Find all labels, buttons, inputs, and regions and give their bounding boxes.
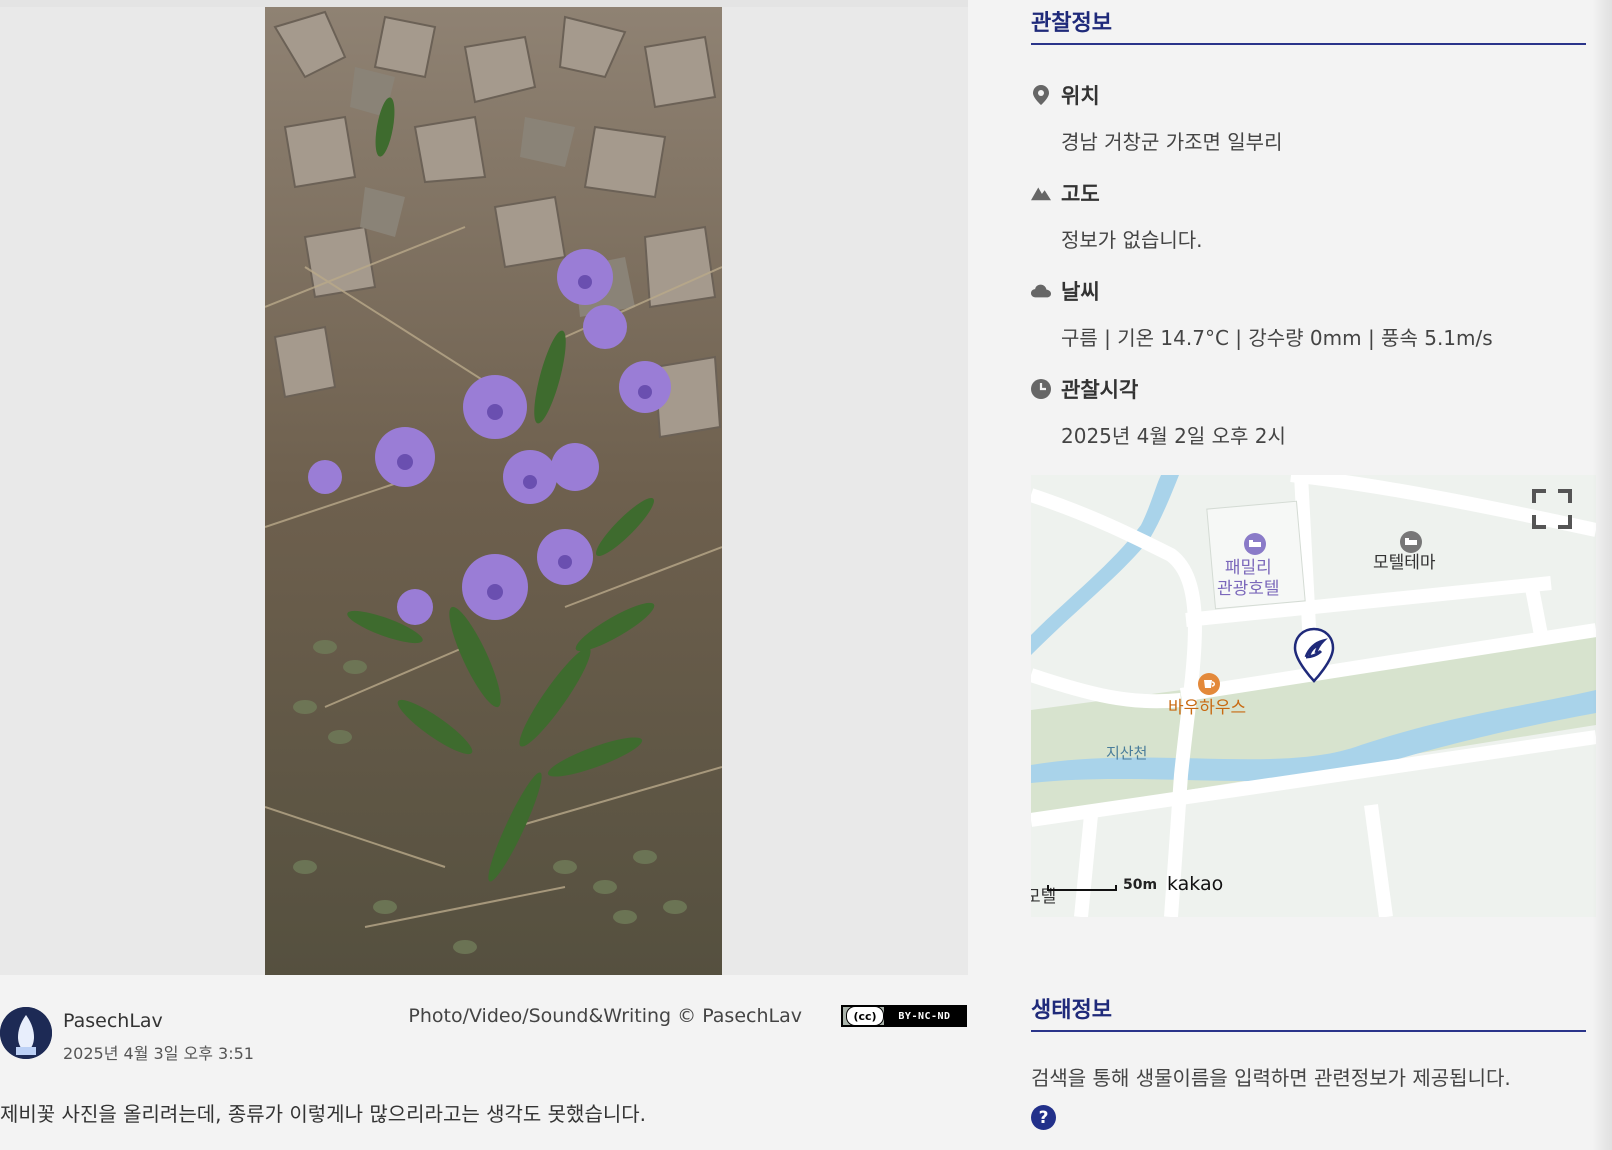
license-label: BY-NC-ND — [884, 1007, 965, 1025]
fullscreen-icon[interactable] — [1532, 489, 1572, 529]
observation-title: 관찰정보 — [1031, 11, 1112, 36]
observation-divider — [1031, 43, 1586, 45]
scroll-shadow — [1592, 0, 1612, 1150]
weather-item: 날씨 구름 | 기온 14.7°C | 강수량 0mm | 풍속 5.1m/s — [1031, 276, 1493, 351]
map-provider-logo[interactable]: kakao — [1167, 873, 1223, 895]
cafe-marker-icon[interactable] — [1198, 673, 1220, 695]
ecology-divider — [1031, 1030, 1586, 1032]
hotel-marker-icon[interactable] — [1244, 533, 1266, 555]
map-pin-icon — [1031, 85, 1051, 105]
ecology-info-text: 검색을 통해 생물이름을 입력하면 관련정보가 제공됩니다. — [1031, 1066, 1511, 1090]
time-item: 관찰시각 2025년 4월 2일 오후 2시 — [1031, 374, 1286, 449]
time-label: 관찰시각 — [1061, 378, 1139, 402]
cc-icon: (cc) — [846, 1006, 884, 1026]
observation-map[interactable]: 패밀리 관광호텔 모텔테마 바우하우스 지산천 모텔 50m kakao — [1031, 475, 1596, 917]
weather-label: 날씨 — [1061, 280, 1100, 304]
help-icon[interactable]: ? — [1031, 1105, 1056, 1130]
location-item: 위치 경남 거창군 가조면 일부리 — [1031, 80, 1282, 155]
location-label: 위치 — [1061, 84, 1100, 108]
top-bar — [0, 0, 968, 7]
user-avatar[interactable] — [0, 1007, 52, 1059]
motel-marker-icon[interactable] — [1400, 531, 1422, 553]
cc-license-badge[interactable]: (cc) BY-NC-ND — [841, 1005, 967, 1027]
post-comment: 제비꽃 사진을 올리려는데, 종류가 이렇게나 많으리라고는 생각도 못했습니다… — [0, 1102, 647, 1126]
altitude-item: 고도 정보가 없습니다. — [1031, 178, 1203, 253]
motel-place-label[interactable]: 모텔테마 — [1373, 553, 1436, 574]
cloud-icon — [1031, 281, 1051, 301]
weather-value: 구름 | 기온 14.7°C | 강수량 0mm | 풍속 5.1m/s — [1061, 326, 1493, 350]
post-date: 2025년 4월 3일 오후 3:51 — [63, 1044, 254, 1063]
observation-photo[interactable] — [265, 7, 722, 975]
ecology-title: 생태정보 — [1031, 998, 1112, 1023]
scale-label: 50m — [1123, 877, 1158, 893]
clock-icon — [1031, 379, 1051, 399]
mountain-icon — [1031, 183, 1051, 203]
observation-location-marker-icon[interactable] — [1293, 627, 1335, 683]
cafe-place-label[interactable]: 바우하우스 — [1168, 698, 1246, 719]
altitude-label: 고도 — [1061, 182, 1100, 206]
scale-bar — [1047, 885, 1117, 891]
post-meta: PasechLav 2025년 4월 3일 오후 3:51 Photo/Vide… — [0, 1005, 968, 1065]
hotel-place-label[interactable]: 패밀리 관광호텔 — [1217, 558, 1280, 600]
location-value: 경남 거창군 가조면 일부리 — [1061, 130, 1283, 154]
stream-label: 지산천 — [1106, 744, 1148, 762]
time-value: 2025년 4월 2일 오후 2시 — [1061, 424, 1286, 448]
altitude-value: 정보가 없습니다. — [1061, 228, 1203, 252]
author-name[interactable]: PasechLav — [63, 1010, 163, 1032]
hotel-place-name: 패밀리 관광호텔 — [1217, 558, 1280, 599]
photo-credit: Photo/Video/Sound&Writing © PasechLav — [408, 1005, 802, 1027]
photo-viewer — [0, 7, 968, 975]
